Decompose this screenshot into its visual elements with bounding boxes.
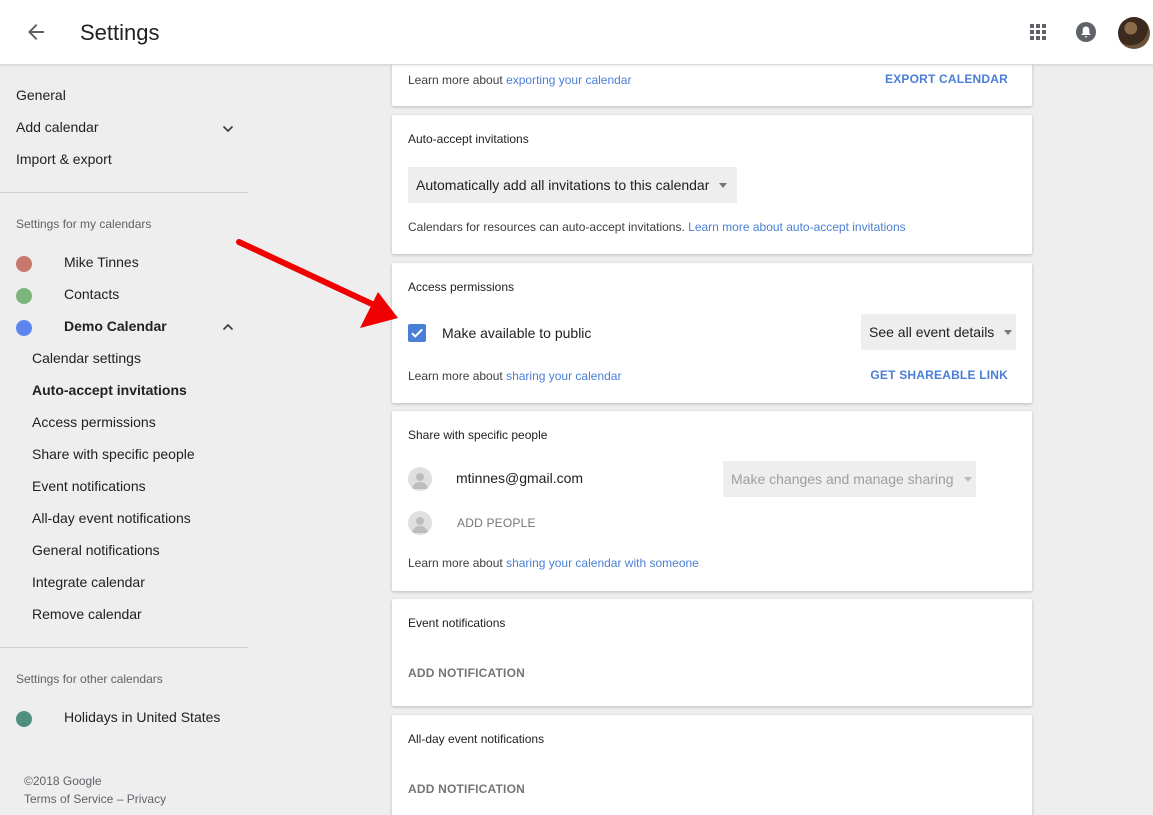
shared-person-email: mtinnes@gmail.com	[456, 470, 584, 486]
page-title: Settings	[80, 20, 160, 45]
settings-sidebar: General Add calendar Import & export Set…	[0, 65, 248, 815]
copyright-text: ©2018 Google	[24, 774, 102, 788]
subnav-share-with-specific-people[interactable]: Share with specific people	[32, 446, 195, 462]
nav-import-export[interactable]: Import & export	[16, 151, 112, 167]
add-person-icon[interactable]	[408, 511, 432, 535]
calendar-color-dot	[16, 320, 32, 336]
auto-accept-dropdown[interactable]: Automatically add all invitations to thi…	[408, 167, 738, 203]
calendar-item-contacts[interactable]: Contacts	[64, 286, 119, 302]
subnav-event-notifications[interactable]: Event notifications	[32, 478, 146, 494]
all-day-event-notifications-card: All-day event notifications ADD NOTIFICA…	[392, 715, 1032, 815]
sidebar-divider	[0, 647, 248, 648]
sharing-with-someone-link[interactable]: sharing your calendar with someone	[506, 556, 699, 570]
access-learn-more: Learn more about sharing your calendar	[408, 369, 622, 383]
calendar-color-dot	[16, 288, 32, 304]
checkmark-icon	[411, 328, 423, 338]
top-app-bar: Settings	[0, 0, 1153, 65]
make-public-label[interactable]: Make available to public	[442, 325, 591, 341]
auto-accept-invitations-card: Auto-accept invitations Automatically ad…	[392, 115, 1032, 254]
card-title: Event notifications	[408, 616, 506, 630]
other-calendars-heading: Settings for other calendars	[16, 672, 163, 686]
subnav-integrate-calendar[interactable]: Integrate calendar	[32, 574, 145, 590]
chevron-up-icon[interactable]	[220, 319, 236, 335]
calendar-item-demo-calendar[interactable]: Demo Calendar	[64, 318, 167, 334]
sidebar-divider	[0, 192, 248, 193]
access-permissions-card: Access permissions Make available to pub…	[392, 263, 1032, 403]
auto-accept-learn-more-link[interactable]: Learn more about auto-accept invitations	[688, 220, 905, 234]
subnav-general-notifications[interactable]: General notifications	[32, 542, 160, 558]
footer-links: Terms of Service – Privacy	[24, 792, 166, 806]
privacy-link[interactable]: Privacy	[127, 792, 166, 806]
event-notifications-card: Event notifications ADD NOTIFICATION	[392, 599, 1032, 706]
notifications-bell-icon[interactable]	[1074, 20, 1098, 44]
calendar-item-mike-tinnes[interactable]: Mike Tinnes	[64, 254, 139, 270]
add-people-button[interactable]: ADD PEOPLE	[457, 516, 536, 530]
dropdown-value: Automatically add all invitations to thi…	[416, 177, 710, 193]
person-icon	[408, 467, 432, 491]
card-title: Share with specific people	[408, 428, 548, 442]
subnav-remove-calendar[interactable]: Remove calendar	[32, 606, 142, 622]
footer-separator: –	[116, 792, 124, 806]
calendar-color-dot	[16, 256, 32, 272]
add-all-day-notification-button[interactable]: ADD NOTIFICATION	[408, 782, 525, 796]
chevron-down-icon[interactable]	[220, 121, 236, 137]
terms-of-service-link[interactable]: Terms of Service	[24, 792, 113, 806]
nav-general[interactable]: General	[16, 87, 66, 103]
exporting-your-calendar-link[interactable]: exporting your calendar	[506, 73, 631, 87]
get-shareable-link-button[interactable]: GET SHAREABLE LINK	[870, 368, 1008, 382]
nav-add-calendar[interactable]: Add calendar	[16, 119, 99, 135]
subnav-calendar-settings[interactable]: Calendar settings	[32, 350, 141, 366]
card-title: Auto-accept invitations	[408, 132, 529, 146]
back-arrow-icon[interactable]	[22, 18, 50, 46]
export-calendar-button[interactable]: EXPORT CALENDAR	[885, 72, 1008, 86]
dropdown-caret-icon	[719, 182, 728, 188]
card-title: Access permissions	[408, 280, 515, 294]
share-learn-more: Learn more about sharing your calendar w…	[408, 556, 699, 570]
my-calendars-heading: Settings for my calendars	[16, 217, 152, 231]
share-with-specific-people-card: Share with specific people mtinnes@gmail…	[392, 411, 1032, 591]
subnav-auto-accept-invitations[interactable]: Auto-accept invitations	[32, 382, 187, 398]
subnav-access-permissions[interactable]: Access permissions	[32, 414, 156, 430]
apps-grid-icon[interactable]	[1027, 21, 1049, 43]
add-notification-button[interactable]: ADD NOTIFICATION	[408, 666, 525, 680]
make-public-checkbox[interactable]	[408, 324, 426, 342]
auto-accept-help: Calendars for resources can auto-accept …	[408, 220, 906, 234]
sharing-your-calendar-link[interactable]: sharing your calendar	[506, 369, 621, 383]
calendar-color-dot	[16, 711, 32, 727]
card-title: All-day event notifications	[408, 732, 545, 746]
calendar-item-holidays[interactable]: Holidays in United States	[64, 709, 220, 725]
public-access-level-dropdown[interactable]: See all event details	[861, 314, 1016, 350]
subnav-all-day-event-notifications[interactable]: All-day event notifications	[32, 510, 191, 526]
dropdown-value: Make changes and manage sharing	[731, 471, 954, 487]
export-learn-more: Learn more about exporting your calendar	[408, 73, 632, 87]
dropdown-caret-icon	[963, 476, 972, 482]
dropdown-value: See all event details	[869, 324, 995, 340]
account-avatar[interactable]	[1118, 17, 1150, 49]
dropdown-caret-icon	[1004, 329, 1013, 335]
person-permission-dropdown: Make changes and manage sharing	[723, 461, 976, 497]
